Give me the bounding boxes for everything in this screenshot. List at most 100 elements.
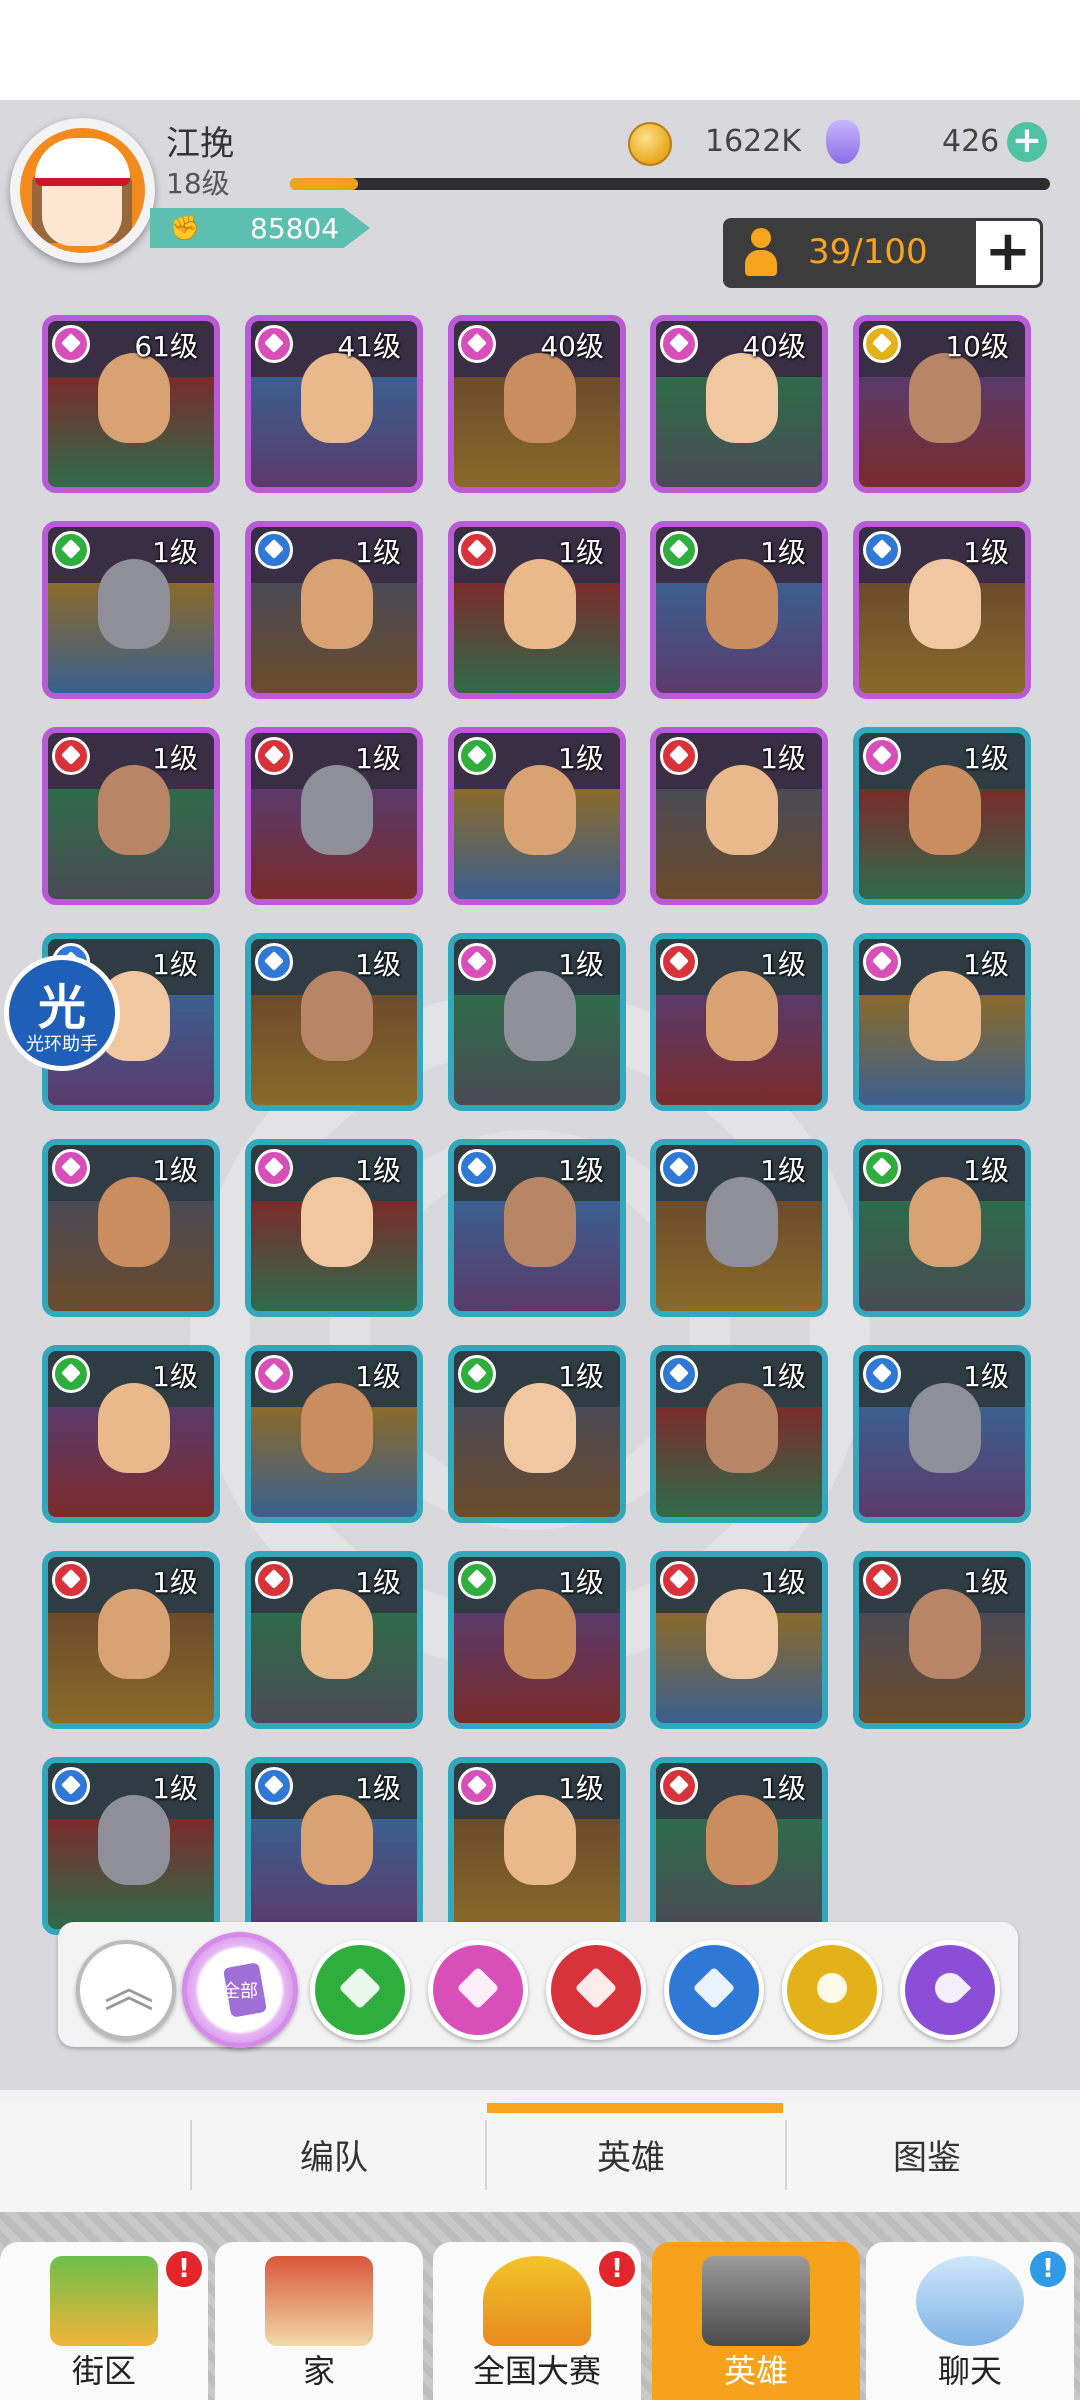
nav-home[interactable]: 家	[215, 2242, 423, 2400]
filter-all-button[interactable]: 全部	[182, 1932, 298, 2048]
hero-card[interactable]: 40级	[448, 315, 626, 493]
tab-heroes[interactable]: 英雄	[597, 2130, 665, 2179]
hero-card[interactable]: 1级	[448, 1345, 626, 1523]
filter-green-button[interactable]	[310, 1940, 410, 2040]
add-gems-icon[interactable]: +	[1007, 122, 1047, 162]
hero-level: 61级	[134, 330, 198, 363]
red-element-icon	[458, 531, 496, 569]
hero-card[interactable]: 61级	[42, 315, 220, 493]
nav-heroes[interactable]: 英雄	[652, 2242, 860, 2400]
pink-element-icon	[52, 325, 90, 363]
hero-capacity: 39/100	[723, 218, 973, 288]
expand-capacity-button[interactable]: +	[973, 218, 1043, 288]
hero-level: 1级	[152, 948, 198, 981]
filter-red-button[interactable]	[546, 1940, 646, 2040]
nav-contest-badge: !	[596, 2248, 638, 2290]
hero-card[interactable]: 1级	[42, 1757, 220, 1935]
hero-card[interactable]: 1级	[245, 727, 423, 905]
tab-formation[interactable]: 编队	[300, 2130, 368, 2179]
filter-gold-button[interactable]	[782, 1940, 882, 2040]
hero-card[interactable]: 41级	[245, 315, 423, 493]
hero-card[interactable]: 1级	[650, 1757, 828, 1935]
hero-level: 1级	[963, 948, 1009, 981]
hero-card[interactable]: 1级	[448, 727, 626, 905]
hero-card[interactable]: 1级	[42, 1139, 220, 1317]
red-element-icon	[255, 737, 293, 775]
hero-level: 1级	[355, 1154, 401, 1187]
hero-card[interactable]: 1级	[448, 933, 626, 1111]
hero-level: 1级	[355, 1566, 401, 1599]
player-avatar[interactable]	[10, 118, 155, 263]
hero-card[interactable]: 1级	[650, 521, 828, 699]
hero-portrait-face	[706, 1383, 778, 1473]
hero-portrait-face	[98, 1589, 170, 1679]
green-element-icon	[52, 1355, 90, 1393]
hero-card[interactable]: 40级	[650, 315, 828, 493]
blue-element-icon	[863, 1355, 901, 1393]
hero-card[interactable]: 1级	[245, 521, 423, 699]
hero-card[interactable]: 10级	[853, 315, 1031, 493]
hero-card[interactable]: 1级	[245, 1757, 423, 1935]
hero-card[interactable]: 1级	[245, 1139, 423, 1317]
tab-codex[interactable]: 图鉴	[893, 2130, 961, 2179]
filter-violet-button[interactable]	[900, 1940, 1000, 2040]
hero-portrait-face	[504, 1177, 576, 1267]
filter-pink-button[interactable]	[428, 1940, 528, 2040]
hero-card[interactable]: 1级	[650, 727, 828, 905]
hero-portrait-face	[706, 971, 778, 1061]
hero-card[interactable]: 1级	[853, 521, 1031, 699]
hero-level: 1级	[963, 1360, 1009, 1393]
green-element-icon	[52, 531, 90, 569]
filter-blue-button[interactable]	[664, 1940, 764, 2040]
chat-bubble-icon	[916, 2256, 1024, 2346]
halo-helper-button[interactable]: 光 光环助手	[4, 955, 120, 1071]
blue-element-icon	[458, 1149, 496, 1187]
hero-card[interactable]: 1级	[245, 1345, 423, 1523]
hero-card[interactable]: 1级	[448, 1551, 626, 1729]
hero-card[interactable]: 1级	[448, 1139, 626, 1317]
helper-glyph: 光	[37, 980, 86, 1036]
status-area	[0, 0, 1080, 100]
hero-card[interactable]: 1级	[853, 1551, 1031, 1729]
hero-level: 1级	[152, 1566, 198, 1599]
hero-portrait-face	[98, 765, 170, 855]
hero-card[interactable]: 1级	[853, 933, 1031, 1111]
hero-card[interactable]: 1级	[853, 727, 1031, 905]
hero-card[interactable]: 1级	[650, 1345, 828, 1523]
hero-card[interactable]: 1级	[42, 1551, 220, 1729]
nav-street-label: 街区	[71, 2352, 136, 2390]
hero-card[interactable]: 1级	[650, 933, 828, 1111]
hero-card[interactable]: 1级	[245, 1551, 423, 1729]
hero-card[interactable]: 1级	[42, 1345, 220, 1523]
hero-card[interactable]: 1级	[42, 521, 220, 699]
red-element-icon	[52, 737, 90, 775]
blue-element-icon	[255, 1767, 293, 1805]
hero-portrait-face	[98, 1177, 170, 1267]
hero-level: 1级	[152, 1154, 198, 1187]
nav-street-badge: !	[163, 2248, 205, 2290]
hero-level: 1级	[760, 1566, 806, 1599]
xp-bar	[290, 178, 1050, 190]
player-level: 18级	[166, 167, 230, 200]
hero-card[interactable]: 1级	[448, 521, 626, 699]
green-element-icon	[458, 1561, 496, 1599]
hero-card[interactable]: 1级	[853, 1139, 1031, 1317]
hero-card[interactable]: 1级	[650, 1139, 828, 1317]
collapse-filter-button[interactable]: ︽	[76, 1940, 176, 2040]
hero-portrait-face	[909, 765, 981, 855]
hero-card[interactable]: 1级	[245, 933, 423, 1111]
hero-portrait-face	[301, 765, 373, 855]
hero-card[interactable]: 1级	[853, 1345, 1031, 1523]
green-element-icon	[660, 531, 698, 569]
trophy-icon	[483, 2256, 591, 2346]
hero-portrait-face	[98, 1383, 170, 1473]
hero-card[interactable]: 1级	[448, 1757, 626, 1935]
hero-portrait-face	[301, 971, 373, 1061]
red-element-icon	[660, 1561, 698, 1599]
pink-element-icon	[863, 737, 901, 775]
hero-card[interactable]: 1级	[650, 1551, 828, 1729]
hero-level: 1级	[760, 1154, 806, 1187]
red-element-icon	[863, 1561, 901, 1599]
hero-card[interactable]: 1级	[42, 727, 220, 905]
coin-icon	[628, 122, 672, 166]
